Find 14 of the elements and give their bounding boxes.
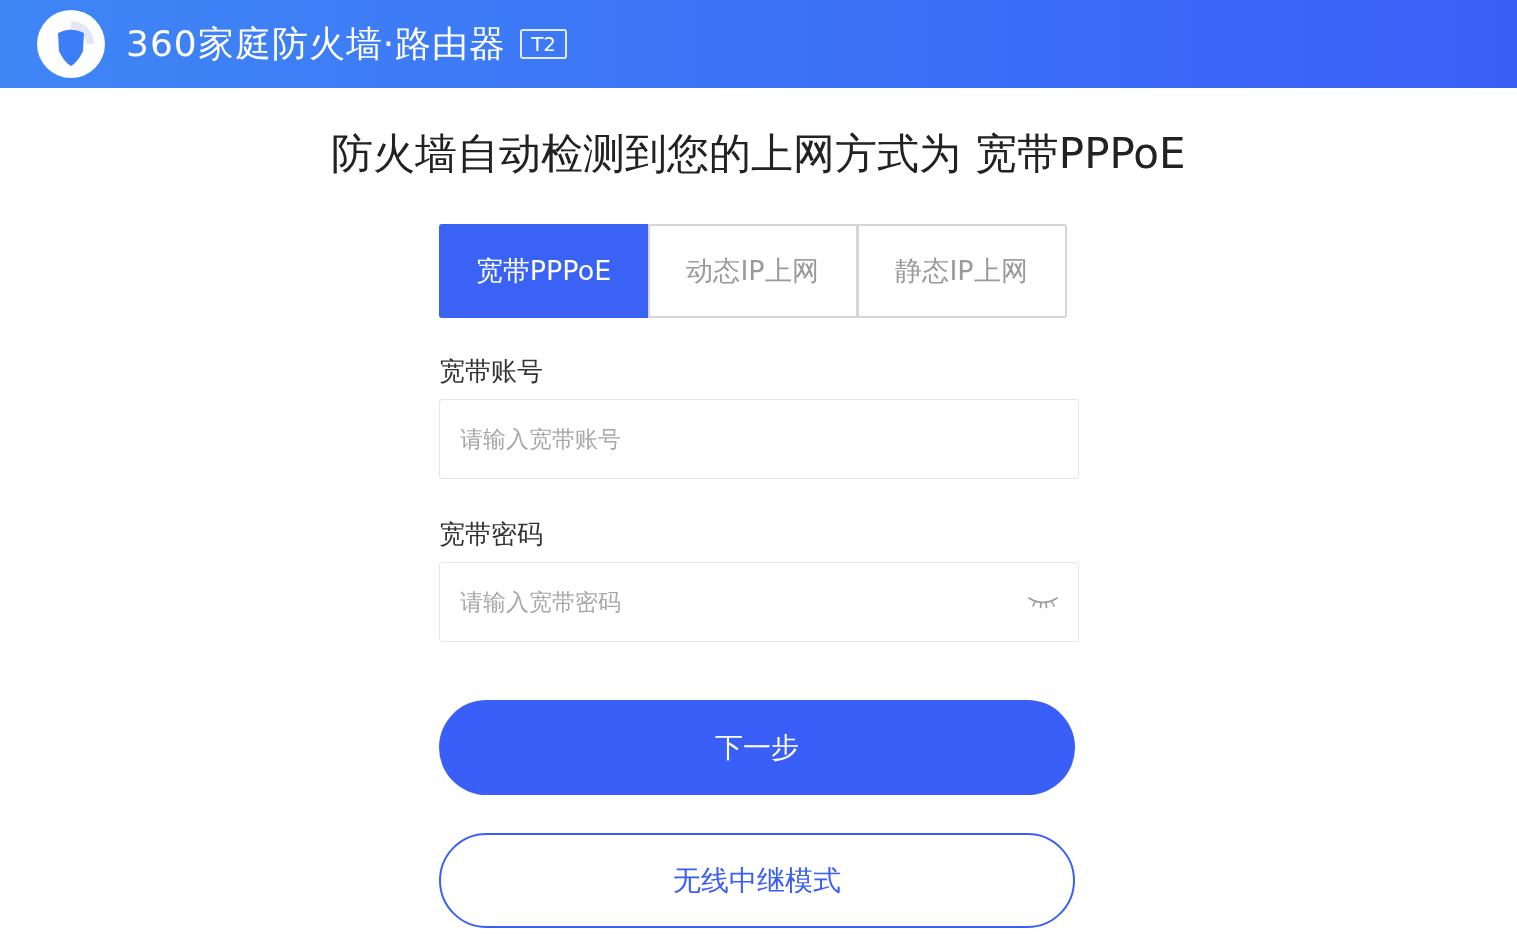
repeater-mode-button[interactable]: 无线中继模式 [438,833,1075,928]
detection-headline: 防火墙自动检测到您的上网方式为 宽带PPPoE [331,128,1186,180]
account-field[interactable]: 请输入宽带账号 [438,399,1079,479]
field-label: 宽带密码 [438,518,543,551]
field-label: 宽带账号 [438,355,543,388]
closed-eye-icon[interactable] [1026,595,1059,609]
password-field[interactable]: 请输入宽带密码 [438,562,1079,642]
connection-tab[interactable]: 静态IP上网 [856,224,1067,318]
model-badge: T2 [520,29,568,59]
shield-logo-icon [36,9,106,79]
next-step-button[interactable]: 下一步 [438,700,1075,795]
brand-title: 360家庭防火墙·路由器 [126,21,507,66]
connection-tab[interactable]: 动态IP上网 [647,224,858,318]
connection-tab[interactable]: 宽带PPPoE [438,224,649,318]
